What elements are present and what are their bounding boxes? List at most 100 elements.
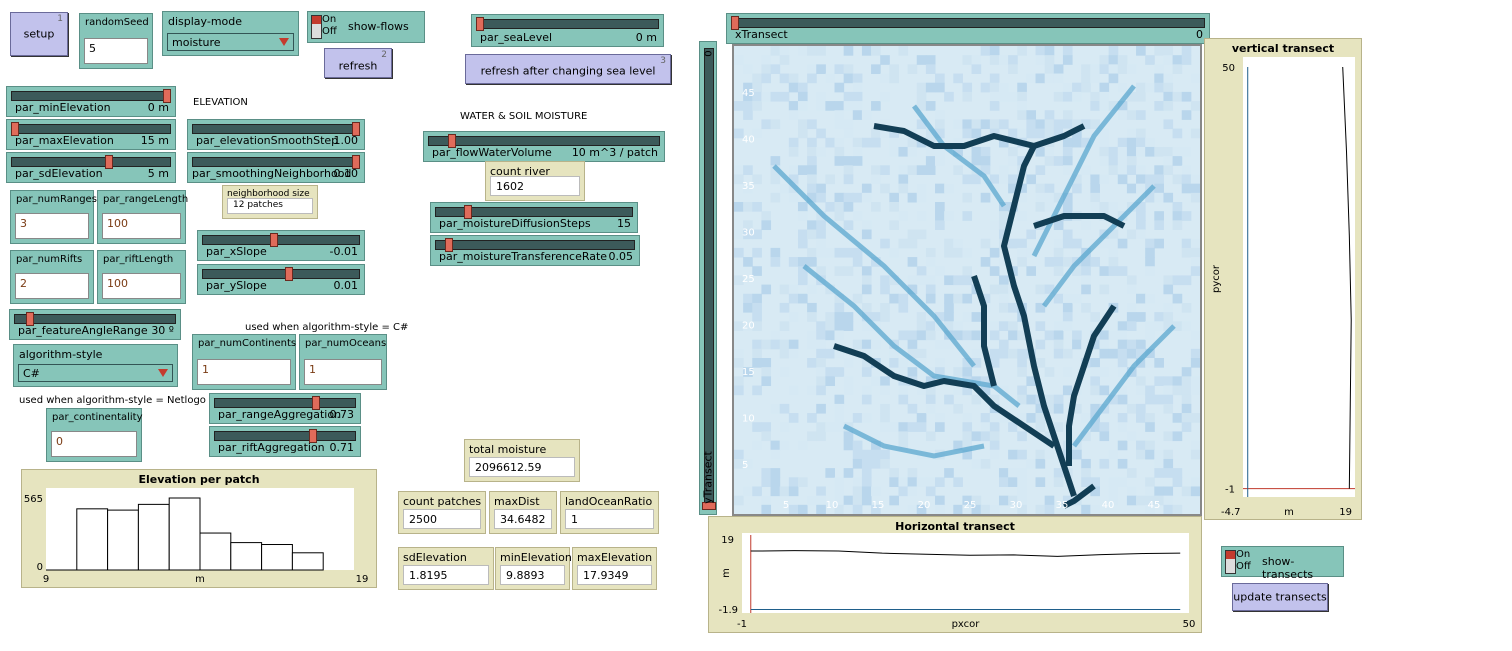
num-rifts-value[interactable]: 2 xyxy=(15,273,89,299)
moisture-patch xyxy=(843,128,854,139)
random-seed-value[interactable]: 5 xyxy=(84,38,148,64)
slider-track[interactable] xyxy=(14,314,176,324)
rift-aggregation-slider[interactable]: par_riftAggregation 0.71 xyxy=(209,426,361,457)
range-aggregation-slider[interactable]: par_rangeAggregation 0.73 xyxy=(209,393,361,424)
slider-track[interactable] xyxy=(214,431,356,441)
slider-track[interactable] xyxy=(214,398,356,408)
slider-track[interactable] xyxy=(476,19,659,29)
smoothing-neighborhood-slider[interactable]: par_smoothingNeighborhood 0.10 xyxy=(187,152,365,183)
refresh-sea-level-button[interactable]: refresh after changing sea level 3 xyxy=(465,54,671,84)
moisture-patch xyxy=(962,119,973,130)
algorithm-style-chooser[interactable]: algorithm-style C# xyxy=(13,344,178,387)
display-mode-select[interactable]: moisture xyxy=(167,33,294,51)
moisture-patch xyxy=(980,238,991,249)
moisture-patch xyxy=(962,431,973,442)
show-flows-switch[interactable]: On Off show-flows xyxy=(307,11,425,43)
moisture-patch xyxy=(852,101,863,111)
sd-elevation-slider[interactable]: par_sdElevation 5 m xyxy=(6,152,176,183)
max-elevation-slider[interactable]: par_maxElevation 15 m xyxy=(6,119,176,150)
num-rifts-input[interactable]: par_numRifts 2 xyxy=(10,250,94,304)
num-oceans-value[interactable]: 1 xyxy=(304,359,382,385)
num-continents-input[interactable]: par_numContinents 1 xyxy=(192,334,296,390)
moisture-patch xyxy=(779,486,790,497)
min-elevation-slider[interactable]: par_minElevation 0 m xyxy=(6,86,176,117)
moisture-patch xyxy=(825,348,836,359)
slider-track[interactable] xyxy=(428,136,660,146)
rift-length-input[interactable]: par_riftLength 100 xyxy=(97,250,186,304)
slider-thumb[interactable] xyxy=(284,267,293,281)
slider-thumb[interactable] xyxy=(476,17,484,31)
num-oceans-input[interactable]: par_numOceans 1 xyxy=(299,334,387,390)
slider-track[interactable] xyxy=(11,157,171,167)
continentality-value[interactable]: 0 xyxy=(51,431,137,457)
continentality-input[interactable]: par_continentality 0 xyxy=(46,408,143,462)
slider-track[interactable] xyxy=(435,240,635,250)
y-slope-slider[interactable]: par_ySlope 0.01 xyxy=(197,264,365,295)
moisture-map[interactable]: 45 40 35 30 25 20 15 10 5 5 10 15 20 25 30 35 40 45 xyxy=(734,46,1200,514)
moisture-patch xyxy=(962,266,973,276)
moisture-diffusion-steps-slider[interactable]: par_moistureDiffusionSteps 15 xyxy=(430,202,638,233)
moisture-patch xyxy=(1108,330,1119,341)
moisture-patch xyxy=(1017,449,1027,460)
moisture-patch xyxy=(788,82,799,93)
slider-track[interactable] xyxy=(11,91,171,101)
moisture-patch xyxy=(1136,82,1146,93)
moisture-patch xyxy=(925,321,936,331)
x-transect-slider[interactable]: xTransect 0 xyxy=(726,13,1210,44)
moisture-patch xyxy=(1035,46,1046,56)
slider-track[interactable] xyxy=(731,18,1205,28)
slider-track[interactable] xyxy=(192,124,360,134)
world-view[interactable]: 45 40 35 30 25 20 15 10 5 5 10 15 20 25 30 35 40 45 xyxy=(732,44,1202,516)
moisture-patch xyxy=(1044,46,1055,56)
display-mode-chooser[interactable]: display-mode moisture xyxy=(162,11,299,56)
slider-track[interactable] xyxy=(202,269,360,279)
moisture-transference-rate-slider[interactable]: par_moistureTransferenceRate 0.05 xyxy=(430,235,640,266)
moisture-patch xyxy=(1163,403,1174,414)
range-length-input[interactable]: par_rangeLength 100 xyxy=(97,190,188,244)
slider-thumb[interactable] xyxy=(105,155,114,169)
moisture-patch xyxy=(1062,146,1073,157)
toggle-icon[interactable] xyxy=(1225,550,1236,574)
slider-track[interactable] xyxy=(202,235,360,245)
moisture-patch xyxy=(1008,468,1018,478)
random-seed-input[interactable]: randomSeed 5 xyxy=(79,13,153,69)
update-transects-button[interactable]: update transects xyxy=(1232,583,1328,611)
moisture-patch xyxy=(1117,156,1128,166)
refresh-button[interactable]: refresh 2 xyxy=(324,48,392,78)
moisture-patch xyxy=(925,330,936,341)
moisture-patch xyxy=(880,403,890,414)
sea-level-slider[interactable]: par_seaLevel 0 m xyxy=(471,14,664,47)
flow-water-volume-slider[interactable]: par_flowWaterVolume 10 m^3 / patch xyxy=(423,131,665,162)
rift-length-value[interactable]: 100 xyxy=(102,273,181,299)
slider-track[interactable] xyxy=(192,157,360,167)
moisture-patch xyxy=(1035,422,1046,432)
show-transects-switch[interactable]: On Off show-transects xyxy=(1221,546,1344,581)
moisture-patch xyxy=(1163,146,1174,157)
algorithm-style-select[interactable]: C# xyxy=(18,364,173,382)
moisture-patch xyxy=(1172,128,1183,139)
num-continents-value[interactable]: 1 xyxy=(197,359,291,385)
moisture-patch xyxy=(1181,422,1192,432)
elevation-heading: ELEVATION xyxy=(193,97,248,108)
num-ranges-input[interactable]: par_numRanges 3 xyxy=(10,190,97,244)
num-ranges-value[interactable]: 3 xyxy=(15,213,89,239)
slider-track[interactable] xyxy=(11,124,171,134)
y-transect-slider[interactable]: 0 yTransect xyxy=(699,41,717,515)
moisture-patch xyxy=(1136,183,1146,194)
moisture-patch xyxy=(980,431,991,442)
feature-angle-range-slider[interactable]: par_featureAngleRange 30 º xyxy=(9,309,181,340)
moisture-patch xyxy=(752,73,762,84)
setup-button[interactable]: setup 1 xyxy=(10,12,68,56)
range-length-value[interactable]: 100 xyxy=(102,213,181,239)
moisture-patch xyxy=(1181,275,1192,286)
moisture-patch xyxy=(834,403,845,414)
moisture-patch xyxy=(1053,330,1064,341)
toggle-icon[interactable] xyxy=(311,15,322,39)
x-slope-slider[interactable]: par_xSlope -0.01 xyxy=(197,230,365,261)
slider-track[interactable] xyxy=(704,48,714,508)
elevation-smooth-step-slider[interactable]: par_elevationSmoothStep 1.00 xyxy=(187,119,365,150)
moisture-patch xyxy=(971,458,982,469)
slider-thumb[interactable] xyxy=(269,233,278,247)
count-river-patches-monitor: count river patches 1602 xyxy=(485,161,585,201)
moisture-patch xyxy=(980,257,991,267)
